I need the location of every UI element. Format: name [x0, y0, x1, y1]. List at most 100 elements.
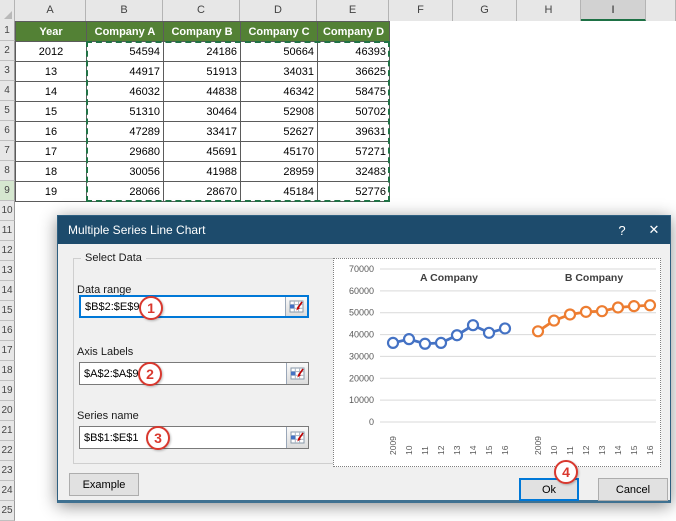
cell-E2[interactable]: 46393: [317, 41, 390, 62]
cell-A1[interactable]: Year: [15, 21, 87, 42]
cell-B7[interactable]: 29680: [86, 141, 164, 162]
column-header-G[interactable]: G: [453, 0, 517, 21]
row-header-14[interactable]: 14: [0, 281, 15, 301]
cell-D4[interactable]: 46342: [240, 81, 318, 102]
cell-D5[interactable]: 52908: [240, 101, 318, 122]
row-header-3[interactable]: 3: [0, 61, 15, 81]
cell-D9[interactable]: 45184: [240, 181, 318, 202]
cell-E9[interactable]: 52776: [317, 181, 390, 202]
column-header-strip: ABCDEFGHI: [0, 0, 676, 21]
cell-C4[interactable]: 44838: [163, 81, 241, 102]
cell-B5[interactable]: 51310: [86, 101, 164, 122]
column-header-A[interactable]: A: [15, 0, 86, 21]
cell-E3[interactable]: 36625: [317, 61, 390, 82]
cell-E5[interactable]: 50702: [317, 101, 390, 122]
column-header-B[interactable]: B: [86, 0, 163, 21]
cell-C9[interactable]: 28670: [163, 181, 241, 202]
row-header-6[interactable]: 6: [0, 121, 15, 141]
row-header-24[interactable]: 24: [0, 481, 15, 501]
cell-B1[interactable]: Company A: [86, 21, 164, 42]
cell-C2[interactable]: 24186: [163, 41, 241, 62]
svg-text:40000: 40000: [349, 330, 374, 340]
cell-B4[interactable]: 46032: [86, 81, 164, 102]
cell-C6[interactable]: 33417: [163, 121, 241, 142]
row-header-19[interactable]: 19: [0, 381, 15, 401]
cell-C5[interactable]: 30464: [163, 101, 241, 122]
row-header-4[interactable]: 4: [0, 81, 15, 101]
dialog-titlebar[interactable]: Multiple Series Line Chart ? ✕: [58, 216, 670, 244]
cell-C7[interactable]: 45691: [163, 141, 241, 162]
cancel-button[interactable]: Cancel: [598, 478, 668, 501]
cell-B6[interactable]: 47289: [86, 121, 164, 142]
cell-D2[interactable]: 50664: [240, 41, 318, 62]
row-header-20[interactable]: 20: [0, 401, 15, 421]
column-header-I[interactable]: I: [581, 0, 646, 21]
row-header-22[interactable]: 22: [0, 441, 15, 461]
range-picker-icon[interactable]: [285, 297, 307, 316]
cell-E7[interactable]: 57271: [317, 141, 390, 162]
data-range-input[interactable]: [81, 297, 285, 316]
column-header-partial[interactable]: [646, 0, 676, 21]
row-header-21[interactable]: 21: [0, 421, 15, 441]
cell-D8[interactable]: 28959: [240, 161, 318, 182]
row-header-10[interactable]: 10: [0, 201, 15, 221]
series-name-label: Series name: [77, 410, 139, 422]
close-icon[interactable]: ✕: [638, 216, 670, 244]
cell-C1[interactable]: Company B: [163, 21, 241, 42]
cell-E6[interactable]: 39631: [317, 121, 390, 142]
step-1-badge: 1: [139, 296, 163, 320]
range-picker-icon[interactable]: [286, 427, 308, 448]
cell-D7[interactable]: 45170: [240, 141, 318, 162]
svg-text:60000: 60000: [349, 286, 374, 296]
row-header-23[interactable]: 23: [0, 461, 15, 481]
row-header-12[interactable]: 12: [0, 241, 15, 261]
cell-A8[interactable]: 18: [15, 161, 87, 182]
cell-D1[interactable]: Company C: [240, 21, 318, 42]
axis-labels-input[interactable]: [80, 363, 286, 384]
cell-A5[interactable]: 15: [15, 101, 87, 122]
cell-B9[interactable]: 28066: [86, 181, 164, 202]
cell-C8[interactable]: 41988: [163, 161, 241, 182]
select-all-corner[interactable]: [0, 0, 15, 21]
cell-A6[interactable]: 16: [15, 121, 87, 142]
cell-D3[interactable]: 34031: [240, 61, 318, 82]
cell-B8[interactable]: 30056: [86, 161, 164, 182]
row-header-1[interactable]: 1: [0, 21, 15, 41]
help-icon[interactable]: ?: [606, 216, 638, 244]
cell-A9[interactable]: 19: [15, 181, 87, 202]
column-header-D[interactable]: D: [240, 0, 317, 21]
row-header-15[interactable]: 15: [0, 301, 15, 321]
cell-E8[interactable]: 32483: [317, 161, 390, 182]
column-header-E[interactable]: E: [317, 0, 389, 21]
row-header-9[interactable]: 9: [0, 181, 15, 201]
row-header-25[interactable]: 25: [0, 501, 15, 521]
row-header-17[interactable]: 17: [0, 341, 15, 361]
example-button[interactable]: Example: [69, 473, 139, 496]
column-header-H[interactable]: H: [517, 0, 581, 21]
dialog-title: Multiple Series Line Chart: [68, 223, 206, 237]
cell-D6[interactable]: 52627: [240, 121, 318, 142]
row-header-16[interactable]: 16: [0, 321, 15, 341]
range-picker-icon[interactable]: [286, 363, 308, 384]
cell-B3[interactable]: 44917: [86, 61, 164, 82]
cell-E1[interactable]: Company D: [317, 21, 390, 42]
row-header-18[interactable]: 18: [0, 361, 15, 381]
cell-A7[interactable]: 17: [15, 141, 87, 162]
cell-C3[interactable]: 51913: [163, 61, 241, 82]
svg-text:70000: 70000: [349, 264, 374, 274]
row-header-13[interactable]: 13: [0, 261, 15, 281]
cell-A3[interactable]: 13: [15, 61, 87, 82]
row-header-7[interactable]: 7: [0, 141, 15, 161]
cell-E4[interactable]: 58475: [317, 81, 390, 102]
column-header-C[interactable]: C: [163, 0, 240, 21]
series-name-input[interactable]: [80, 427, 286, 448]
row-header-2[interactable]: 2: [0, 41, 15, 61]
cell-A4[interactable]: 14: [15, 81, 87, 102]
refedit-icon: [290, 431, 304, 443]
row-header-11[interactable]: 11: [0, 221, 15, 241]
cell-A2[interactable]: 2012: [15, 41, 87, 62]
column-header-F[interactable]: F: [389, 0, 453, 21]
row-header-8[interactable]: 8: [0, 161, 15, 181]
cell-B2[interactable]: 54594: [86, 41, 164, 62]
row-header-5[interactable]: 5: [0, 101, 15, 121]
